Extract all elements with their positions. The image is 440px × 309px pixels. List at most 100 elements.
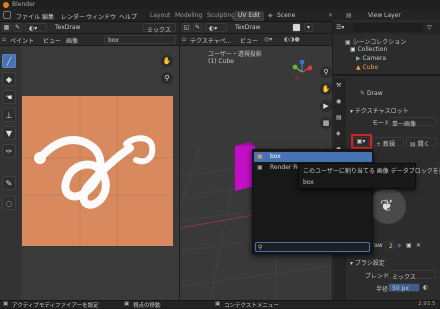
- duplicate-icon[interactable]: ▣: [406, 242, 412, 249]
- image-canvas[interactable]: [22, 96, 173, 246]
- brush-settings-header[interactable]: ▾ ブラシ設定: [350, 258, 385, 267]
- hand-icon[interactable]: ✋: [161, 55, 173, 67]
- radius-field[interactable]: 50 px: [388, 283, 420, 292]
- tab-uv-edit[interactable]: UV Edit: [234, 11, 265, 21]
- outliner-search[interactable]: [353, 23, 423, 32]
- tooltip-value: box: [303, 179, 314, 186]
- scene-tab-icon[interactable]: ◈: [336, 130, 341, 137]
- scene-close-icon[interactable]: ✕: [328, 12, 333, 19]
- pressure-icon[interactable]: ◐: [423, 284, 428, 291]
- image-users-count[interactable]: 2: [385, 241, 395, 250]
- draw-tool-icon[interactable]: ╱: [2, 54, 16, 68]
- brush-icon: ✎: [360, 90, 367, 97]
- image-icon: ▣: [257, 164, 263, 171]
- overlay-icon[interactable]: ◎▾: [264, 36, 272, 43]
- settings-icon[interactable]: ▾: [304, 23, 313, 32]
- menu-help[interactable]: ヘルプ: [119, 12, 137, 21]
- open-image-button[interactable]: ▤ 開く: [406, 137, 437, 148]
- view-label: ユーザー・透視投影: [208, 51, 262, 58]
- annotate-tool-icon[interactable]: ✎: [2, 176, 16, 190]
- view-menu[interactable]: ビュー: [43, 36, 61, 45]
- window-title: Blender: [12, 1, 36, 8]
- image-slot-field[interactable]: box: [104, 35, 176, 44]
- zoom-icon[interactable]: ⚲: [161, 72, 173, 84]
- paint-strokes: [22, 96, 173, 246]
- brush-preview[interactable]: ◐▾: [25, 23, 47, 32]
- image-editor-menu: ⌂ ペイント ビュー 画像 box: [0, 34, 179, 46]
- texture-slot-header[interactable]: ▾ テクスチャスロット: [350, 106, 409, 115]
- collection-icon: ▣: [345, 39, 353, 46]
- render-tab-icon[interactable]: ◉: [336, 98, 341, 105]
- camera-view-icon[interactable]: ▶: [320, 100, 332, 112]
- header-icon: ⌂: [2, 36, 6, 43]
- fill-tool-icon[interactable]: ▼: [2, 126, 16, 140]
- scene-name[interactable]: Scene: [277, 12, 295, 19]
- shading-icon[interactable]: ◐◑●: [284, 36, 300, 43]
- viewport-image-name[interactable]: TexDraw: [235, 24, 260, 31]
- filter-icon[interactable]: ▽: [427, 24, 432, 31]
- scene-icon: ◈: [268, 12, 273, 19]
- viewport-menu: ⌂ テクスチャペ... ビュー ◎▾ ◐◑●: [180, 34, 332, 46]
- fake-user-icon[interactable]: ◈: [397, 242, 402, 249]
- outliner-row[interactable]: ▶ Camera: [356, 55, 386, 62]
- mouse-middle-icon: ▣: [124, 301, 130, 307]
- popup-item-box[interactable]: ▣ box: [254, 152, 372, 162]
- brush-preview-icon: ❦: [370, 188, 406, 224]
- title-bar: Blender: [0, 0, 440, 9]
- outliner-header: ☰▾ ▽: [333, 22, 440, 34]
- status-bar: ▣ アクティブモディファイアーを設定 ▣ 視点の移動 ▣ コンテクストメニュー …: [0, 300, 440, 309]
- menu-render[interactable]: レンダー: [61, 12, 85, 21]
- clone-tool-icon[interactable]: ⊥: [2, 108, 16, 122]
- image-menu[interactable]: 画像: [66, 36, 78, 45]
- search-icon: ⚲: [258, 244, 263, 251]
- editor-type-icon[interactable]: ◱: [182, 23, 191, 32]
- sample-tool-icon[interactable]: ◌: [2, 196, 16, 210]
- outliner-row[interactable]: ▣ Collection: [350, 46, 387, 53]
- toolbar: ╱ ◆ ☚ ⊥ ▼ ✑ ✎ ◌: [0, 46, 21, 300]
- view-layer-icon: ▤: [346, 12, 352, 19]
- hand-icon[interactable]: ✋: [320, 83, 332, 95]
- view-layer-name[interactable]: View Layer: [368, 12, 401, 19]
- tool-tab-icon[interactable]: ⚒: [336, 82, 341, 89]
- mask-tool-icon[interactable]: ✑: [2, 144, 16, 158]
- image-editor-header: ▦ ✎ ◐▾ TexDraw ミックス: [0, 22, 179, 34]
- editor-type-icon[interactable]: ▦: [2, 23, 11, 32]
- viewport-header: ◱ ✎ ◐▾ TexDraw ▾: [180, 22, 332, 34]
- viewport-view-menu[interactable]: ビュー: [240, 36, 258, 45]
- menu-edit[interactable]: 編集: [42, 12, 54, 21]
- image-icon: ▣: [257, 153, 263, 160]
- mode-dropdown[interactable]: ペイント: [10, 36, 34, 45]
- paint-mode-icon[interactable]: ✎: [193, 23, 202, 32]
- object-label: (1) Cube: [208, 58, 234, 65]
- tab-modeling[interactable]: Modeling: [171, 11, 206, 21]
- highlight-box: [351, 134, 372, 149]
- viewport-mode-dropdown[interactable]: テクスチャペ...: [190, 36, 231, 45]
- collection-icon: ▣: [350, 46, 358, 53]
- outliner-type-icon[interactable]: ☰▾: [336, 24, 344, 31]
- mouse-left-icon: ▣: [3, 301, 9, 307]
- paint-mode-icon[interactable]: ✎: [13, 23, 22, 32]
- image-name[interactable]: TexDraw: [55, 24, 80, 31]
- new-image-button[interactable]: + 新規: [372, 137, 404, 148]
- color-swatch[interactable]: [292, 23, 301, 32]
- menu-window[interactable]: ウィンドウ: [86, 12, 116, 21]
- unlink-icon[interactable]: ✕: [416, 242, 421, 249]
- outliner-row[interactable]: ▲ Cube: [356, 64, 378, 71]
- navigation-gizmo[interactable]: [290, 59, 314, 84]
- tool-name: ✎ Draw: [360, 90, 383, 97]
- editor-type-icon[interactable]: [3, 11, 11, 19]
- popup-search-input[interactable]: ⚲: [255, 242, 370, 252]
- brush-preview[interactable]: ◐▾: [205, 23, 227, 32]
- output-tab-icon[interactable]: ▤: [336, 114, 342, 121]
- mode-dropdown[interactable]: 単一画像: [388, 117, 436, 128]
- menu-file[interactable]: ファイル: [16, 12, 40, 21]
- radius-label: 半径: [376, 286, 389, 293]
- blend-mode-dropdown[interactable]: ミックス: [143, 23, 176, 34]
- mouse-right-icon: ▣: [215, 301, 221, 307]
- smear-tool-icon[interactable]: ☚: [2, 90, 16, 104]
- zoom-icon[interactable]: ⚲: [320, 66, 332, 78]
- version-label: 2.93.5: [418, 301, 436, 307]
- soften-tool-icon[interactable]: ◆: [2, 72, 16, 86]
- blend-dropdown[interactable]: ミックス: [388, 270, 436, 281]
- grid-view-icon[interactable]: ▦: [320, 117, 332, 129]
